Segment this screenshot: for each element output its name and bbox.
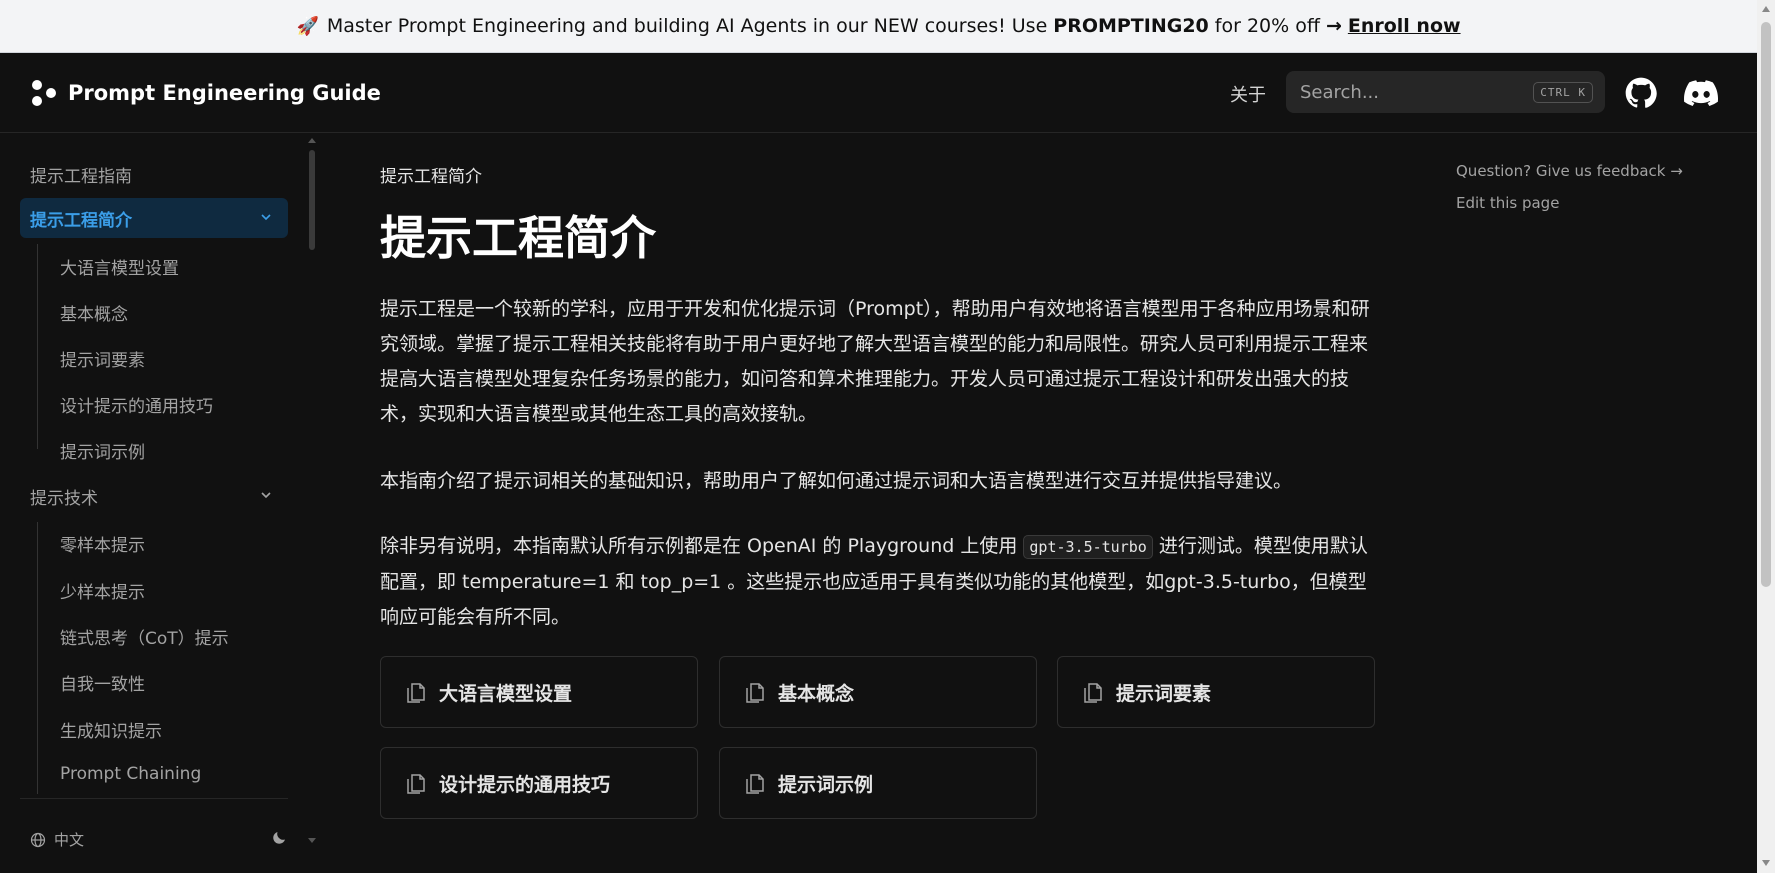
sidebar-item-zero-shot[interactable]: 零样本提示 [20, 523, 288, 563]
promo-code: PROMPTING20 [1053, 15, 1209, 37]
sidebar-item-label: 少样本提示 [60, 582, 145, 603]
scroll-down-icon[interactable] [1762, 860, 1770, 866]
banner-text: Master Prompt Engineering and building A… [326, 15, 1048, 37]
card-examples[interactable]: 提示词示例 [719, 747, 1037, 819]
card-label: 提示词示例 [778, 773, 874, 796]
site-logo[interactable]: Prompt Engineering Guide [30, 77, 381, 109]
sidebar-item-knowledge[interactable]: 生成知识提示 [20, 709, 288, 749]
card-tips[interactable]: 设计提示的通用技巧 [380, 747, 698, 819]
sidebar: 提示工程指南 提示工程简介 大语言模型设置 基本概念 提示词要素 设计提示的通用… [0, 134, 300, 873]
sidebar-item-tips[interactable]: 设计提示的通用技巧 [20, 384, 288, 424]
scrollbar-thumb[interactable] [1761, 22, 1771, 587]
moon-icon[interactable] [272, 829, 288, 845]
sidebar-item-label: 提示技术 [30, 488, 98, 509]
sidebar-item-label: 生成知识提示 [60, 721, 162, 742]
page-title: 提示工程简介 [380, 211, 656, 265]
pages-icon [746, 774, 764, 794]
sidebar-item-consistency[interactable]: 自我一致性 [20, 662, 288, 702]
sidebar-item-label: 基本概念 [60, 304, 128, 325]
banner-discount-text: for 20% off [1214, 15, 1320, 37]
sidebar-item-prompt-chaining[interactable]: Prompt Chaining [20, 754, 288, 794]
search-box[interactable]: CTRL K [1286, 71, 1605, 113]
pages-icon [1084, 683, 1102, 703]
sidebar-item-basics[interactable]: 基本概念 [20, 292, 288, 332]
card-label: 大语言模型设置 [439, 682, 573, 705]
breadcrumb[interactable]: 提示工程简介 [380, 162, 482, 187]
sidebar-item-label: 提示词示例 [60, 442, 145, 463]
nav-about-link[interactable]: 关于 [1230, 81, 1266, 107]
arrow-right-icon: → [1325, 15, 1342, 37]
language-label: 中文 [54, 831, 85, 849]
sidebar-item-label: 零样本提示 [60, 535, 145, 556]
sidebar-scroll-up-icon[interactable] [308, 138, 316, 143]
card-label: 提示词要素 [1116, 682, 1212, 705]
sidebar-item-label: 提示工程指南 [30, 166, 132, 187]
sidebar-item-introduction[interactable]: 提示工程简介 [20, 198, 288, 238]
card-label: 基本概念 [778, 682, 855, 705]
testing-paragraph: 除非另有说明，本指南默认所有示例都是在 OpenAI 的 Playground … [380, 529, 1380, 635]
top-navbar: Prompt Engineering Guide 关于 CTRL K [0, 53, 1757, 133]
sidebar-item-few-shot[interactable]: 少样本提示 [20, 570, 288, 610]
sidebar-scrollbar[interactable] [309, 150, 315, 250]
chevron-down-icon [261, 214, 271, 221]
edit-page-link[interactable]: Edit this page [1456, 194, 1683, 212]
discord-icon[interactable] [1684, 79, 1718, 107]
pages-icon [746, 683, 764, 703]
rocket-icon: 🚀 [296, 15, 319, 37]
sidebar-item-label: 自我一致性 [60, 674, 145, 695]
pages-icon [407, 774, 425, 794]
intro-paragraph: 提示工程是一个较新的学科，应用于开发和优化提示词（Prompt），帮助用户有效地… [380, 298, 1370, 425]
pages-icon [407, 683, 425, 703]
search-shortcut-badge: CTRL K [1533, 81, 1593, 103]
sidebar-item-llm-settings[interactable]: 大语言模型设置 [20, 246, 288, 286]
sidebar-item-label: 提示工程简介 [30, 210, 132, 231]
sidebar-item-elements[interactable]: 提示词要素 [20, 338, 288, 378]
page-scrollbar[interactable] [1757, 0, 1775, 873]
sidebar-item-label: Prompt Chaining [60, 764, 202, 784]
model-code: gpt-3.5-turbo [1023, 535, 1153, 559]
language-switcher[interactable]: 中文 [30, 829, 84, 850]
github-icon[interactable] [1625, 77, 1657, 109]
card-basics[interactable]: 基本概念 [719, 656, 1037, 728]
sidebar-item-examples[interactable]: 提示词示例 [20, 430, 288, 470]
toc-panel: Question? Give us feedback → Edit this p… [1456, 162, 1683, 226]
card-elements[interactable]: 提示词要素 [1057, 656, 1375, 728]
sidebar-item-techniques[interactable]: 提示技术 [20, 476, 288, 516]
site-name: Prompt Engineering Guide [68, 81, 381, 105]
sidebar-item-label: 大语言模型设置 [60, 258, 179, 279]
logo-icon [30, 77, 60, 109]
card-llm-settings[interactable]: 大语言模型设置 [380, 656, 698, 728]
feedback-link[interactable]: Question? Give us feedback → [1456, 162, 1683, 180]
sidebar-footer: 中文 [20, 798, 288, 873]
sidebar-item-label: 链式思考（CoT）提示 [60, 628, 229, 649]
sidebar-item-guide[interactable]: 提示工程指南 [20, 154, 288, 194]
sidebar-item-label: 提示词要素 [60, 350, 145, 371]
sidebar-nav: 提示工程指南 提示工程简介 大语言模型设置 基本概念 提示词要素 设计提示的通用… [20, 134, 288, 794]
sidebar-item-cot[interactable]: 链式思考（CoT）提示 [20, 616, 288, 656]
testing-text-before: 除非另有说明，本指南默认所有示例都是在 OpenAI 的 Playground … [380, 535, 1018, 557]
scroll-up-icon[interactable] [1762, 6, 1770, 12]
globe-icon [30, 832, 46, 847]
promo-banner: 🚀 Master Prompt Engineering and building… [0, 0, 1757, 53]
enroll-now-link[interactable]: Enroll now [1348, 15, 1461, 37]
search-input[interactable] [1300, 81, 1534, 103]
card-label: 设计提示的通用技巧 [439, 773, 611, 796]
sidebar-scroll-down-icon[interactable] [308, 838, 316, 843]
chevron-down-icon [261, 492, 271, 499]
guide-paragraph: 本指南介绍了提示词相关的基础知识，帮助用户了解如何通过提示词和大语言模型进行交互… [380, 470, 1293, 492]
sidebar-item-label: 设计提示的通用技巧 [60, 396, 213, 417]
